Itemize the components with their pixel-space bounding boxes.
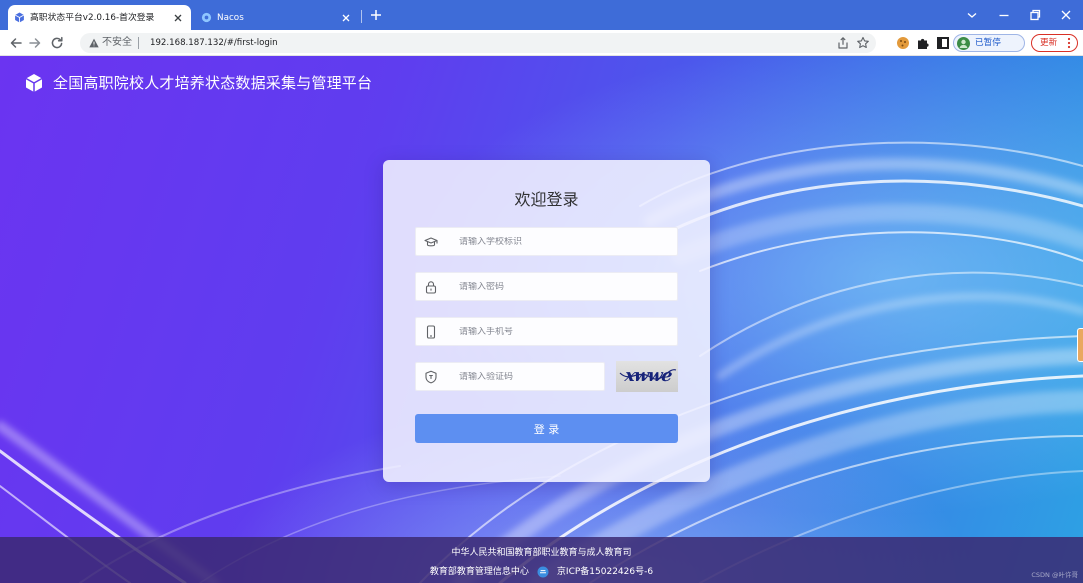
back-arrow-icon[interactable] [8, 35, 24, 51]
share-icon[interactable] [836, 36, 850, 50]
footer-organization: 教育部教育管理信息中心 [429, 567, 529, 577]
icp-record-link[interactable]: 京ICP备15022426号-6 [557, 566, 653, 578]
footer-department: 中华人民共和国教育部职业教育与成人教育司 [451, 548, 632, 558]
close-icon[interactable] [171, 11, 185, 25]
school-id-field[interactable] [415, 227, 678, 256]
site-title: 全国高职院校人才培养状态数据采集与管理平台 [53, 74, 373, 92]
graduation-cap-icon [424, 236, 438, 246]
cube-logo-icon [14, 12, 25, 23]
login-button[interactable]: 登 录 [415, 414, 678, 443]
cookie-extension-icon[interactable] [896, 36, 910, 50]
chevron-down-icon[interactable] [963, 6, 981, 24]
url-text[interactable]: 192.168.187.132/#/first-login [150, 37, 278, 49]
warning-triangle-icon[interactable] [89, 38, 99, 48]
profile-button[interactable]: 已暂停 [953, 34, 1025, 52]
bookmark-star-icon[interactable] [856, 36, 870, 50]
captcha-image[interactable]: xwwe [616, 361, 678, 392]
close-icon[interactable] [1057, 6, 1075, 24]
plus-icon[interactable] [369, 8, 383, 22]
profile-avatar-icon [957, 36, 970, 50]
captcha-noise-line [619, 369, 677, 380]
tab-first-login[interactable]: 高职状态平台v2.0.16-首次登录 [8, 5, 191, 30]
site-brand: 全国高职院校人才培养状态数据采集与管理平台 [24, 72, 372, 94]
browser-tab-strip: 高职状态平台v2.0.16-首次登录 Nacos [0, 0, 1083, 30]
tab-separator [361, 10, 362, 23]
minimize-icon[interactable] [995, 6, 1013, 24]
password-field[interactable] [415, 272, 678, 301]
login-title: 欢迎登录 [514, 190, 579, 209]
forward-arrow-icon[interactable] [27, 35, 43, 51]
close-icon[interactable] [339, 11, 353, 25]
captcha-input[interactable] [459, 371, 589, 382]
nacos-icon [201, 12, 212, 23]
side-panel-icon[interactable] [936, 36, 950, 50]
side-panel-handle[interactable] [1077, 328, 1083, 362]
page-footer: 中华人民共和国教育部职业教育与成人教育司 教育部教育管理信息中心 京ICP备15… [0, 537, 1083, 583]
tab-title: Nacos [217, 12, 244, 23]
restore-icon[interactable] [1026, 6, 1044, 24]
update-button[interactable]: 更新 [1031, 34, 1078, 52]
address-separator [138, 37, 139, 49]
footer-record-line: 教育部教育管理信息中心 京ICP备15022426号-6 [0, 566, 1083, 578]
phone-input[interactable] [459, 326, 659, 337]
browser-toolbar: 不安全 192.168.187.132/#/first-login 已暂停 更新 [0, 30, 1083, 56]
school-id-input[interactable] [459, 236, 659, 247]
login-page: 全国高职院校人才培养状态数据采集与管理平台 欢迎登录 请输入学校标识 请输入手机… [0, 56, 1083, 583]
mobile-phone-icon [426, 324, 436, 339]
phone-field[interactable] [415, 317, 678, 346]
kebab-menu-icon[interactable] [1065, 37, 1073, 49]
extensions-puzzle-icon[interactable] [916, 36, 930, 50]
captcha-field[interactable] [415, 362, 605, 391]
cube-logo-icon [25, 74, 43, 92]
reload-icon[interactable] [49, 35, 65, 51]
shield-icon [425, 370, 437, 383]
password-input[interactable] [459, 281, 659, 292]
tab-nacos[interactable]: Nacos [193, 5, 359, 30]
security-label[interactable]: 不安全 [102, 37, 132, 49]
update-label: 更新 [1040, 38, 1058, 48]
tab-title: 高职状态平台v2.0.16-首次登录 [30, 12, 155, 23]
profile-status-label: 已暂停 [975, 38, 1001, 48]
watermark: CSDN @叶许哥 [1031, 571, 1078, 579]
login-card: 欢迎登录 请输入学校标识 请输入手机号 请输入验证码 xwwe 登 录 [383, 160, 710, 482]
lock-icon [425, 280, 437, 294]
record-badge-icon [537, 566, 549, 578]
address-bar[interactable]: 不安全 192.168.187.132/#/first-login [80, 33, 876, 53]
